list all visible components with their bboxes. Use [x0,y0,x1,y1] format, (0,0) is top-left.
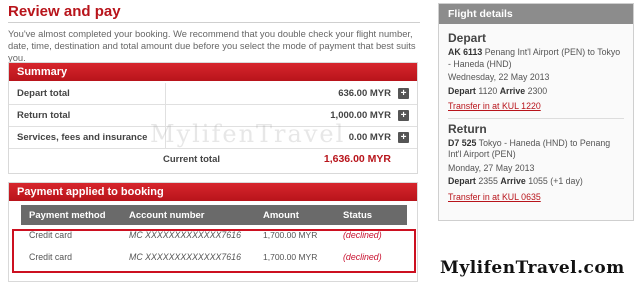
flight-details-header: Flight details [439,4,633,24]
depart-time: 2355 [478,176,498,186]
payment-table-header: Payment method Account number Amount Sta… [21,205,407,225]
flight-date: Wednesday, 22 May 2013 [448,72,550,82]
summary-row-return: Return total 1,000.00 MYR + [9,105,417,127]
arrive-label: Arrive [500,176,526,186]
declined-highlight-box [12,229,416,273]
column-header: Status [343,210,373,221]
column-header: Account number [129,210,205,221]
depart-flight-info: AK 6113 Penang Int'l Airport (PEN) to To… [448,47,624,70]
summary-panel: Summary Depart total 636.00 MYR + Return… [8,62,418,174]
transfer-link[interactable]: Transfer in at KUL 0635 [448,192,624,204]
summary-row-label: Depart total [17,88,70,99]
flight-code: D7 525 [448,137,477,148]
summary-row-label: Return total [17,110,71,121]
depart-section-title: Depart [448,31,487,45]
summary-total-row: Current total 1,636.00 MYR [9,149,417,171]
summary-row-value: 1,000.00 MYR [330,110,391,121]
title-divider [8,22,420,23]
column-divider [165,83,166,104]
flight-details-panel: Flight details Depart AK 6113 Penang Int… [438,3,634,221]
summary-row-services: Services, fees and insurance 0.00 MYR + [9,127,417,149]
column-header: Amount [263,210,299,221]
column-divider [165,127,166,148]
summary-row-value: 0.00 MYR [348,132,391,143]
plus-icon[interactable]: + [398,110,409,121]
arrive-time: 1055 (+1 day) [528,176,583,186]
payment-header: Payment applied to booking [9,183,417,201]
column-header: Payment method [29,210,106,221]
flight-code: AK 6113 [448,47,483,57]
arrive-label: Arrive [499,85,526,96]
transfer-link[interactable]: Transfer in at KUL 1220 [448,101,624,113]
plus-icon[interactable]: + [398,132,409,143]
section-divider [448,117,624,119]
return-flight-info: D7 525 Tokyo - Haneda (HND) to Penang In… [448,138,624,161]
summary-row-depart: Depart total 636.00 MYR + [9,83,417,105]
flight-times: Depart 1120 Arrive 2300 [448,86,624,98]
total-value: 1,636.00 MYR [323,153,391,165]
total-label: Current total [163,154,220,165]
arrive-time: 2300 [527,85,548,96]
plus-icon[interactable]: + [398,88,409,99]
return-section-title: Return [448,121,487,136]
depart-label: Depart [448,176,476,186]
summary-row-label: Services, fees and insurance [17,132,148,143]
summary-row-value: 636.00 MYR [338,88,391,99]
summary-header: Summary [9,63,417,81]
flight-date: Monday, 27 May 2013 [448,162,535,173]
depart-time: 1120 [478,85,498,96]
intro-text: You've almost completed your booking. We… [8,28,416,63]
brand-watermark: MylifenTravel.com [440,258,625,278]
depart-label: Depart [448,85,476,96]
page-title: Review and pay [8,3,121,20]
flight-times: Depart 2355 Arrive 1055 (+1 day) [448,176,624,188]
column-divider [165,105,166,126]
